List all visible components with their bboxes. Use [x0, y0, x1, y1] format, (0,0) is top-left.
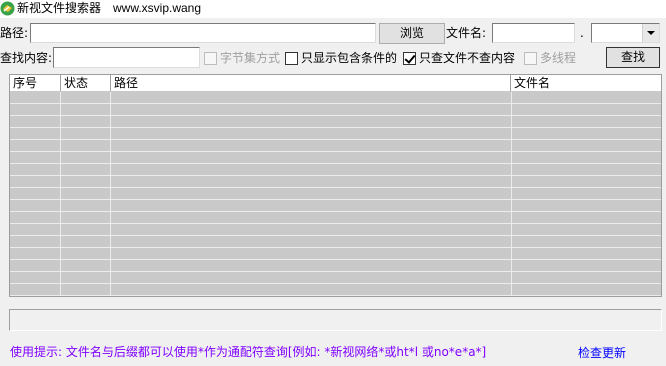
- table-body[interactable]: [10, 92, 661, 296]
- table-header: 序号 状态 路径 文件名: [10, 75, 661, 92]
- chevron-down-icon[interactable]: [642, 24, 659, 42]
- column-header-status[interactable]: 状态: [61, 75, 111, 91]
- usage-hint: 使用提示: 文件名与后缀都可以使用*作为通配符查询[例如: *新视网络*或ht*…: [10, 345, 487, 359]
- check-update-link[interactable]: 检查更新: [578, 345, 626, 361]
- extension-select[interactable]: [591, 23, 660, 43]
- multi-thread-label: 多线程: [540, 51, 577, 65]
- app-logo-icon: [0, 1, 15, 16]
- only-matching-label: 只显示包含条件的: [301, 51, 398, 65]
- path-label: 路径:: [0, 26, 29, 40]
- multi-thread-checkbox[interactable]: [524, 51, 537, 65]
- byte-mode-checkbox[interactable]: [204, 51, 217, 65]
- byte-mode-label: 字节集方式: [220, 51, 281, 65]
- byte-mode-option[interactable]: 字节集方式: [204, 49, 280, 67]
- results-table[interactable]: 序号 状态 路径 文件名: [9, 74, 662, 297]
- browse-button[interactable]: 浏览: [379, 23, 445, 44]
- content-label: 查找内容:: [0, 51, 53, 65]
- filename-label: 文件名:: [446, 26, 487, 40]
- only-matching-checkbox[interactable]: [285, 51, 298, 65]
- filename-only-checkbox[interactable]: [403, 51, 416, 65]
- search-button[interactable]: 查找: [606, 47, 660, 68]
- column-header-path[interactable]: 路径: [111, 75, 511, 91]
- only-matching-option[interactable]: 只显示包含条件的: [285, 49, 397, 67]
- extension-dot: .: [580, 26, 584, 40]
- status-bar: [9, 309, 662, 331]
- path-input[interactable]: [30, 23, 376, 43]
- filename-input[interactable]: [492, 23, 575, 43]
- filename-only-label: 只查文件不查内容: [419, 51, 516, 65]
- multi-thread-option[interactable]: 多线程: [524, 49, 576, 67]
- filename-only-option[interactable]: 只查文件不查内容: [403, 49, 515, 67]
- app-title: 新视文件搜索器: [17, 1, 102, 15]
- content-input[interactable]: [53, 47, 200, 68]
- column-header-index[interactable]: 序号: [10, 75, 61, 91]
- column-header-filename[interactable]: 文件名: [511, 75, 661, 91]
- app-url: www.xsvip.wang: [113, 1, 202, 15]
